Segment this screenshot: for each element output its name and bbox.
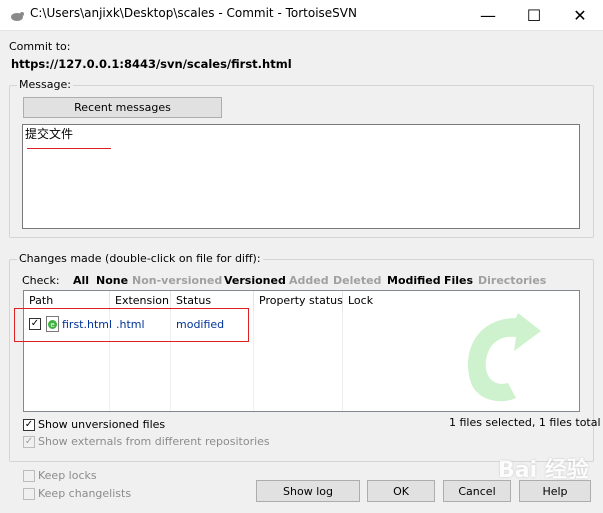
column-property-status[interactable]: Property status xyxy=(254,291,343,311)
recent-messages-button[interactable]: Recent messages xyxy=(23,97,222,118)
tortoise-icon xyxy=(11,12,24,21)
ok-button[interactable]: OK xyxy=(367,480,435,502)
commit-to-label: Commit to: xyxy=(9,40,71,53)
show-unversioned-checkbox[interactable]: ✓ xyxy=(23,419,35,431)
filter-files[interactable]: Files xyxy=(444,274,473,287)
title-bar: C:\Users\anjixk\Desktop\scales - Commit … xyxy=(0,0,603,31)
filter-all[interactable]: All xyxy=(73,274,89,287)
message-text: 提交文件 xyxy=(25,127,74,141)
close-icon: ✕ xyxy=(573,5,587,25)
keep-changelists-checkbox xyxy=(23,488,35,500)
red-highlight-annotation xyxy=(14,308,249,342)
show-log-button[interactable]: Show log xyxy=(256,480,360,502)
close-button[interactable]: ✕ xyxy=(557,0,603,30)
minimize-icon: — xyxy=(480,5,496,25)
minimize-button[interactable]: — xyxy=(465,0,511,30)
filter-directories: Directories xyxy=(478,274,547,287)
keep-locks-checkbox xyxy=(23,470,35,482)
filter-modified[interactable]: Modified xyxy=(387,274,441,287)
column-lock[interactable]: Lock xyxy=(343,291,579,311)
filter-none[interactable]: None xyxy=(96,274,128,287)
filter-deleted: Deleted xyxy=(333,274,382,287)
show-externals-label: Show externals from different repositori… xyxy=(38,435,270,448)
commit-url: https://127.0.0.1:8443/svn/scales/first.… xyxy=(11,57,292,71)
red-underline-annotation xyxy=(27,148,111,149)
show-unversioned-label: Show unversioned files xyxy=(38,418,166,431)
filter-versioned[interactable]: Versioned xyxy=(224,274,286,287)
show-externals-checkbox: ✓ xyxy=(23,436,35,448)
filter-non-versioned: Non-versioned xyxy=(132,274,223,287)
maximize-icon: ☐ xyxy=(526,5,542,25)
message-input[interactable]: 提交文件 xyxy=(22,124,580,229)
keep-locks-label: Keep locks xyxy=(38,469,97,482)
filter-added: Added xyxy=(289,274,329,287)
maximize-button[interactable]: ☐ xyxy=(511,0,557,30)
message-group-label: Message: xyxy=(17,78,73,91)
selection-summary: 1 files selected, 1 files total xyxy=(449,416,601,429)
keep-changelists-label: Keep changelists xyxy=(38,487,132,500)
check-label: Check: xyxy=(22,274,60,287)
window-title: C:\Users\anjixk\Desktop\scales - Commit … xyxy=(30,6,357,20)
baidu-watermark: Bai 经验 xyxy=(498,458,589,483)
changes-group-label: Changes made (double-click on file for d… xyxy=(17,252,263,265)
